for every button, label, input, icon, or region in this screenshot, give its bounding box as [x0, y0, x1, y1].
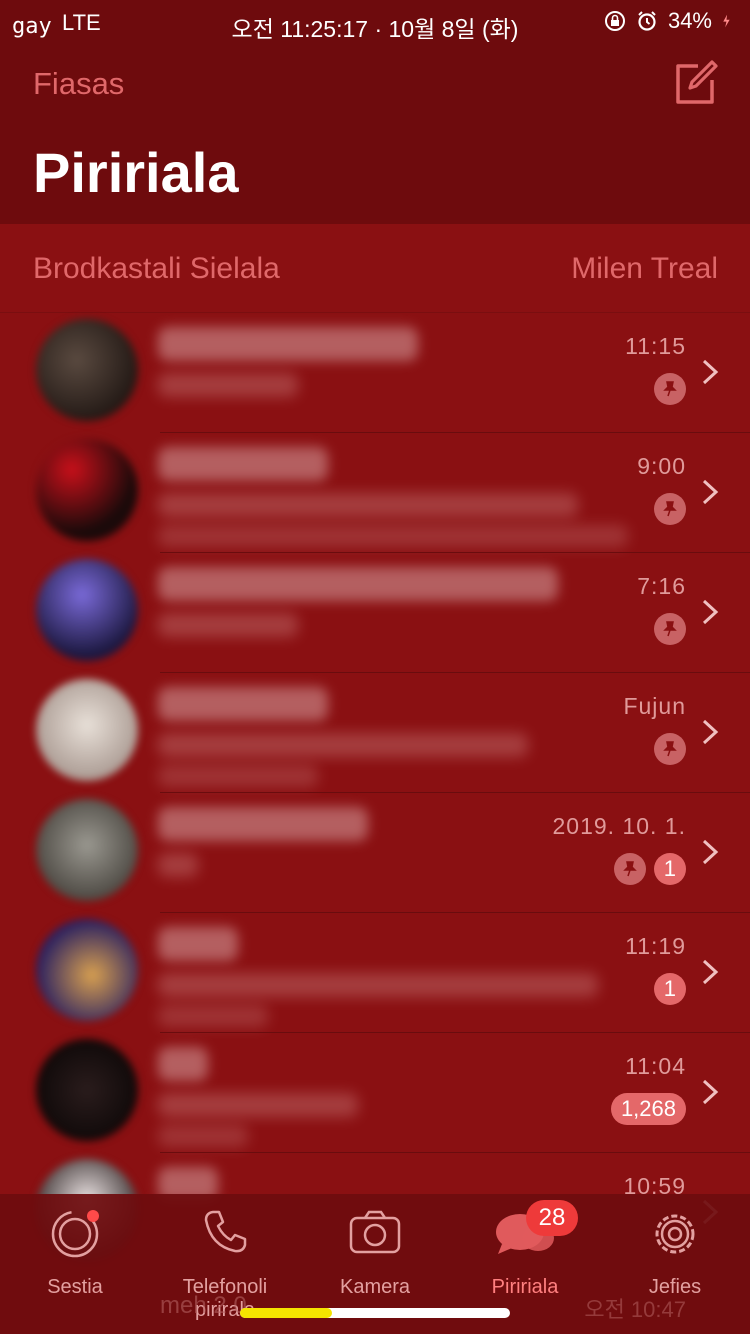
chat-badges — [654, 613, 686, 645]
pin-icon — [654, 373, 686, 405]
tab-label: Sestia — [47, 1276, 103, 1298]
message-preview-blurred — [158, 765, 318, 787]
tab-camera[interactable]: Kamera — [300, 1204, 450, 1314]
pin-icon — [654, 493, 686, 525]
contact-name-blurred — [158, 687, 328, 721]
contact-name-blurred — [158, 807, 368, 841]
new-group-link[interactable]: Milen Treal — [571, 252, 718, 286]
charging-bolt-icon — [723, 14, 730, 28]
unread-count-badge: 1,268 — [610, 1093, 686, 1125]
chevron-right-icon — [702, 839, 719, 865]
chat-badges: 1,268 — [610, 1093, 686, 1125]
broadcast-lists-link[interactable]: Brodkastali Sielala — [33, 252, 280, 286]
chevron-right-icon — [702, 479, 719, 505]
chevron-right-icon — [702, 359, 719, 385]
chat-row[interactable]: 11:04 1,268 — [0, 1033, 750, 1153]
chat-row[interactable]: 7:16 — [0, 553, 750, 673]
message-preview-blurred — [158, 853, 198, 877]
chat-badges — [654, 733, 686, 765]
chat-time: Fujun — [623, 693, 686, 719]
message-preview-blurred — [158, 733, 528, 757]
avatar — [36, 799, 138, 901]
chevron-right-icon — [702, 599, 719, 625]
phone-icon — [204, 1210, 247, 1253]
ghost-chat-time: 오전 10:47 — [584, 1297, 686, 1322]
ghost-chat-name: meh 2.0 — [160, 1292, 247, 1319]
chat-row[interactable]: 2019. 10. 1. 1 — [0, 793, 750, 913]
pin-icon — [654, 733, 686, 765]
pin-icon — [613, 853, 646, 885]
status-bar: gay LTE 오전 11:25:17 · 10월 8일 (화) 34% — [0, 0, 750, 44]
contact-name-blurred — [158, 327, 418, 361]
avatar — [36, 679, 138, 781]
contact-name-blurred — [158, 567, 558, 601]
chat-row[interactable]: 11:19 1 — [0, 913, 750, 1033]
orientation-lock-icon — [604, 11, 625, 31]
chat-list: 11:15 9:00 7:16 Fujun 2019. 10. 1. 1 11:… — [0, 313, 750, 1273]
contact-name-blurred — [158, 927, 238, 961]
chat-badges — [654, 493, 686, 525]
chat-time: 11:15 — [625, 333, 686, 359]
message-preview-blurred — [158, 1125, 248, 1147]
message-preview-blurred — [158, 493, 578, 517]
contact-name-blurred — [158, 447, 328, 481]
tab-chats[interactable]: 28 Piririala — [450, 1200, 600, 1314]
avatar — [36, 919, 138, 1021]
page-title: Piririala — [33, 141, 239, 204]
chat-time: 2019. 10. 1. — [552, 813, 686, 839]
chat-row[interactable]: 11:15 — [0, 313, 750, 433]
nav-header: Fiasas Piririala — [0, 44, 750, 224]
avatar — [36, 319, 138, 421]
chevron-right-icon — [702, 1079, 719, 1105]
camera-icon — [349, 1210, 401, 1254]
chat-time: 9:00 — [637, 453, 686, 479]
chat-time: 7:16 — [637, 573, 686, 599]
chats-badge: 28 — [526, 1200, 578, 1236]
message-preview-blurred — [158, 525, 628, 547]
message-preview-blurred — [158, 1005, 268, 1027]
chevron-right-icon — [702, 959, 719, 985]
message-preview-blurred — [158, 613, 298, 637]
battery-percent: 34% — [667, 8, 712, 33]
status-right: 34% — [604, 8, 736, 34]
chat-badges: 1 — [653, 973, 686, 1005]
unread-count-badge: 1 — [653, 853, 686, 885]
chevron-right-icon — [702, 719, 719, 745]
chat-badges: 1 — [613, 853, 686, 885]
chat-time: 11:04 — [625, 1053, 686, 1079]
edit-button[interactable]: Fiasas — [33, 66, 124, 102]
pin-icon — [654, 613, 686, 645]
chat-row[interactable]: Fujun — [0, 673, 750, 793]
home-indicator[interactable] — [240, 1308, 510, 1318]
status-icon — [51, 1210, 99, 1258]
compose-icon[interactable] — [670, 58, 720, 108]
avatar — [36, 559, 138, 661]
message-preview-blurred — [158, 973, 598, 997]
chat-row[interactable]: 9:00 — [0, 433, 750, 553]
settings-icon — [655, 1214, 695, 1254]
message-preview-blurred — [158, 1093, 358, 1117]
alarm-icon — [638, 11, 656, 31]
contact-name-blurred — [158, 1047, 208, 1081]
chat-badges — [654, 373, 686, 405]
avatar — [36, 439, 138, 541]
message-preview-blurred — [158, 373, 298, 397]
tab-label: Kamera — [339, 1276, 411, 1298]
chat-time: 11:19 — [625, 933, 686, 959]
tab-status[interactable]: Sestia — [0, 1204, 150, 1314]
tab-label: Piririala — [491, 1276, 559, 1298]
unread-count-badge: 1 — [653, 973, 686, 1005]
avatar — [36, 1039, 138, 1141]
list-actions-bar: Brodkastali Sielala Milen Treal — [0, 224, 750, 313]
